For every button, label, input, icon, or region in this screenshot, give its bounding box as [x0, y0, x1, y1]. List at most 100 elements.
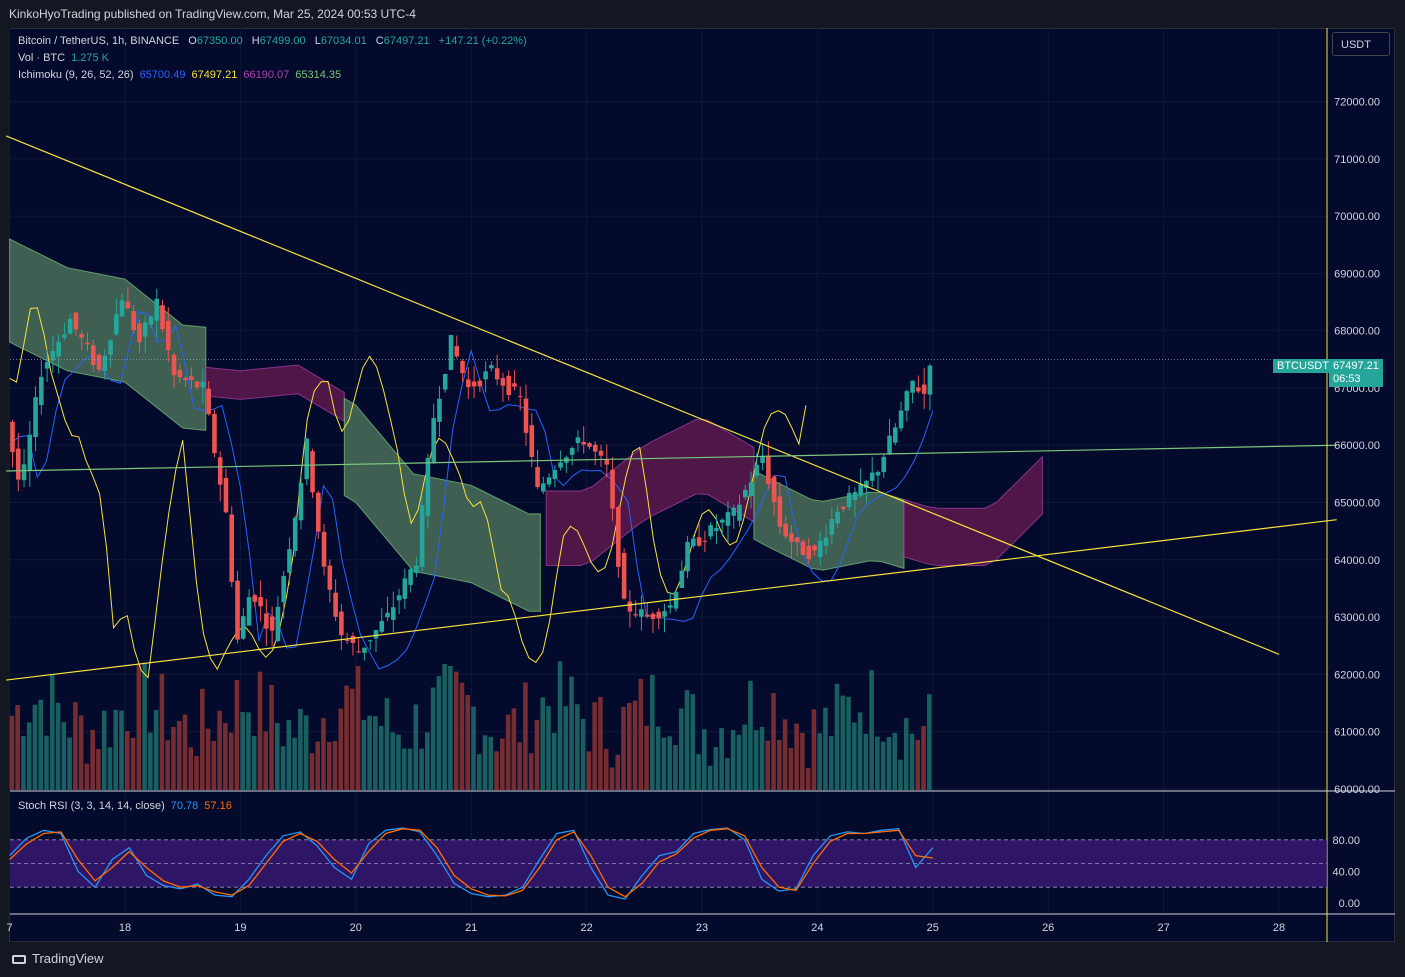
candle-body	[50, 350, 56, 361]
candle-body	[754, 464, 760, 476]
volume-bar	[217, 710, 222, 790]
volume-bar	[188, 747, 194, 790]
candle-body	[702, 540, 708, 542]
volume-bar	[800, 732, 805, 790]
ichimoku-value-3: 66190.07	[243, 69, 290, 81]
candle-body	[448, 334, 454, 370]
volume-bar	[390, 732, 395, 790]
candle-body	[598, 450, 604, 456]
volume-bar	[107, 747, 113, 790]
candle-body	[73, 312, 79, 330]
candle-body	[523, 398, 529, 433]
candle-body	[552, 470, 558, 479]
volume-bar	[823, 707, 828, 790]
volume-bar	[684, 690, 690, 790]
candle-body	[696, 537, 702, 546]
tradingview-logo[interactable]: TradingView	[12, 951, 104, 966]
price-tick-label: 65000.00	[1334, 497, 1380, 509]
candle-body	[673, 591, 679, 609]
volume-bar	[159, 673, 165, 790]
currency-button[interactable]: USDT	[1332, 32, 1390, 56]
candle-body	[327, 565, 333, 590]
candle-body	[414, 565, 419, 573]
candle-body	[898, 410, 904, 429]
candle-body	[500, 378, 506, 386]
volume-bar	[765, 740, 771, 790]
volume-bar	[326, 741, 332, 790]
volume-bar	[788, 748, 794, 790]
volume-bar	[38, 699, 44, 790]
candle-body	[662, 611, 667, 617]
candle-body	[587, 443, 592, 447]
candle-body	[131, 311, 136, 331]
candle-body	[206, 388, 211, 415]
price-tick-label: 70000.00	[1334, 211, 1380, 223]
volume-bar	[794, 723, 799, 790]
candle-body	[760, 456, 765, 464]
time-tick-label: 7	[7, 922, 13, 934]
volume-bar	[915, 739, 921, 790]
candle-body	[777, 496, 783, 527]
volume-bar	[817, 733, 822, 790]
volume-bar	[730, 730, 736, 790]
candle-body	[194, 381, 200, 388]
candle-body	[714, 528, 719, 531]
candle-body	[200, 381, 206, 388]
open-value: 67350.00	[196, 35, 243, 47]
candle-body	[783, 523, 788, 537]
volume-bar	[707, 765, 713, 790]
volume-bar	[384, 698, 390, 790]
candle-body	[102, 355, 108, 371]
time-tick-label: 28	[1273, 922, 1285, 934]
volume-bar	[165, 740, 170, 790]
candle-body	[275, 606, 281, 642]
price-tick-label: 71000.00	[1334, 154, 1380, 166]
stoch-tick-label: 80.00	[1332, 835, 1360, 847]
candle-body	[477, 380, 483, 387]
change-value: +147.21 (+0.22%)	[438, 35, 527, 47]
cloud-segment	[343, 397, 541, 612]
candle-body	[691, 538, 696, 547]
time-tick-label: 21	[465, 922, 477, 934]
volume-bar	[263, 731, 269, 790]
volume-bar	[753, 730, 759, 790]
volume-bar	[886, 737, 892, 790]
volume-label: Vol · BTC	[18, 52, 66, 64]
candle-body	[875, 472, 881, 476]
volume-bar	[419, 748, 424, 790]
volume-bar	[569, 676, 574, 790]
candle-body	[494, 368, 500, 380]
volume-bar	[101, 710, 107, 790]
candle-body	[235, 580, 240, 640]
candle-body	[62, 334, 67, 338]
candle-body	[794, 537, 800, 543]
volume-bar	[834, 683, 840, 790]
volume-bar	[361, 720, 367, 790]
volume-bar	[759, 726, 765, 790]
volume-bar	[546, 706, 551, 790]
time-tick-label: 24	[811, 922, 823, 934]
candle-body	[893, 427, 898, 443]
candle-body	[27, 434, 33, 472]
volume-bar	[442, 664, 447, 790]
candle-body	[466, 379, 471, 388]
candle-body	[569, 447, 575, 455]
volume-bar	[875, 736, 880, 790]
candle-body	[633, 614, 638, 616]
time-tick-label: 20	[350, 922, 362, 934]
chart-svg[interactable]: 60000.00 61000.00 62000.00 63000.00 64000.00…	[0, 0, 1405, 977]
candle-body	[223, 477, 229, 513]
time-tick-label: 22	[580, 922, 592, 934]
volume-bar	[205, 728, 211, 790]
volume-bar	[275, 723, 280, 790]
candle-body	[841, 506, 846, 510]
candle-body	[921, 384, 927, 394]
stoch-tick-label: 40.00	[1332, 866, 1360, 878]
volume-bar	[459, 682, 465, 790]
high-label: H	[251, 35, 260, 47]
volume-bar	[355, 666, 361, 790]
candle-body	[592, 444, 598, 452]
stoch-label: Stoch RSI (3, 3, 14, 14, close)	[18, 800, 165, 812]
volume-bar	[26, 722, 32, 790]
volume-bar	[240, 712, 245, 790]
